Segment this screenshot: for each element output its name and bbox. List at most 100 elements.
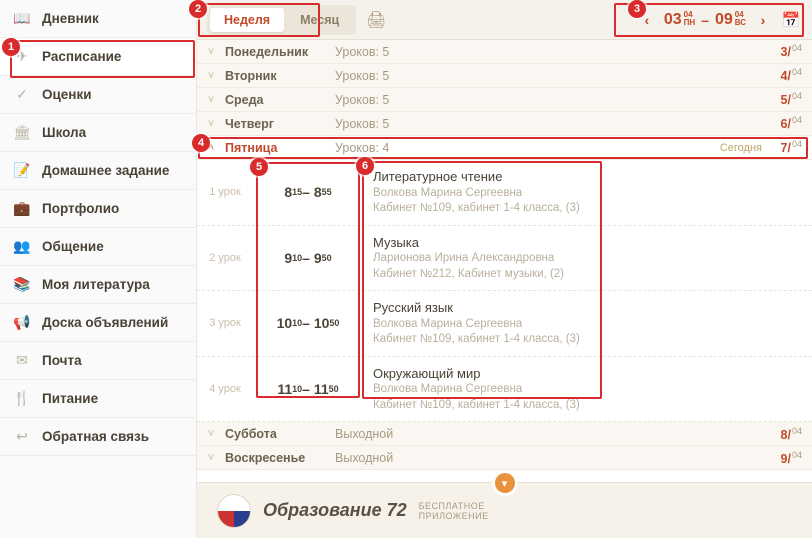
day-row[interactable]: ˅СубботаВыходной8/04 [197,422,812,446]
day-row[interactable]: ˅ВторникУроков: 54/04 [197,64,812,88]
chevron-down-icon: ˅ [197,118,225,130]
sidebar-label: Доска объявлений [42,315,168,330]
sidebar-icon: 💼 [12,199,32,219]
range-from-day: 03 [664,11,682,29]
sidebar-icon: 🍴 [12,389,32,409]
lesson-body: Литературное чтениеВолкова Марина Сергее… [363,160,812,225]
chevron-down-icon: ˅ [197,46,225,58]
lesson-room: Кабинет №109, кабинет 1-4 класса, (3) [373,332,802,348]
day-date: 8/04 [770,426,812,442]
sidebar-label: Питание [42,391,98,406]
day-info: Уроков: 5 [335,69,770,83]
lesson-teacher: Волкова Марина Сергеевна [373,317,802,333]
lesson-room: Кабинет №109, кабинет 1-4 класса, (3) [373,201,802,217]
sidebar-icon: ✓ [12,85,32,105]
sidebar-item-9[interactable]: ✉ Почта [0,342,196,380]
annotation-6: 6 [356,157,374,175]
lesson-teacher: Волкова Марина Сергеевна [373,186,802,202]
lesson-number: 2 урок [197,226,253,291]
sidebar-item-7[interactable]: 📚 Моя литература [0,266,196,304]
lesson-time: 1010 – 1050 [253,291,363,356]
lesson-room: Кабинет №212, Кабинет музыки, (2) [373,267,802,283]
days-list: ˅ПонедельникУроков: 53/04˅ВторникУроков:… [197,40,812,470]
next-week-button[interactable]: › [752,9,774,31]
sidebar-item-2[interactable]: ✓ Оценки [0,76,196,114]
lesson-time: 910 – 950 [253,226,363,291]
sidebar-label: Оценки [42,87,92,102]
day-date: 9/04 [770,450,812,466]
main-panel: Неделя Месяц 🖨 ‹ 03 04 ПН – 09 [197,0,812,538]
sidebar-item-5[interactable]: 💼 Портфолио [0,190,196,228]
sidebar-label: Школа [42,125,86,140]
sidebar-icon: 📚 [12,275,32,295]
sidebar-label: Обратная связь [42,429,149,444]
day-date: 6/04 [770,115,812,131]
scroll-down-icon[interactable]: ▾ [495,473,515,493]
sidebar-item-4[interactable]: 📝 Домашнее задание [0,152,196,190]
annotation-2: 2 [189,0,207,18]
lesson-title: Литературное чтение [373,168,802,186]
sidebar-item-0[interactable]: 📖Дневник [0,0,196,38]
day-name: Четверг [225,117,335,131]
sidebar-label: Моя литература [42,277,150,292]
annotation-3: 3 [628,0,646,18]
sidebar-icon: 📝 [12,161,32,181]
sidebar-item-8[interactable]: 📢Доска объявлений [0,304,196,342]
day-name: Понедельник [225,45,335,59]
view-tabs: Неделя Месяц [207,5,356,35]
banner-subtitle: БЕСПЛАТНОЕ ПРИЛОЖЕНИЕ [419,501,489,521]
day-row[interactable]: ˅ВоскресеньеВыходной9/04 [197,446,812,470]
lessons-list: 1 урок815 – 855Литературное чтениеВолков… [197,160,812,422]
tab-month[interactable]: Месяц [286,8,353,32]
range-dash: – [701,12,709,28]
day-date: 3/04 [770,43,812,59]
sidebar-item-6[interactable]: 👥 Общение [0,228,196,266]
lesson-time: 1110 – 1150 [253,357,363,422]
date-range: 03 04 ПН – 09 04 ВС [664,11,746,29]
tab-week[interactable]: Неделя [210,8,284,32]
calendar-icon[interactable]: 📅 [780,9,802,31]
banner-logo-icon [217,494,251,528]
day-row[interactable]: ˅ПонедельникУроков: 53/04 [197,40,812,64]
range-to-day: 09 [715,11,733,29]
sidebar-icon: 👥 [12,237,32,257]
day-row[interactable]: ˄ПятницаУроков: 4Сегодня7/04 [197,136,812,160]
sidebar-label: Почта [42,353,82,368]
lesson-row: 2 урок910 – 950МузыкаЛарионова Ирина Але… [197,226,812,292]
sidebar-label: Домашнее задание [42,163,169,178]
sidebar-item-1[interactable]: ✈Расписание [0,38,196,76]
sidebar-label: Портфолио [42,201,119,216]
print-icon[interactable]: 🖨 [364,8,388,32]
range-from-dow: ПН [684,19,696,27]
day-info: Выходной [335,451,770,465]
annotation-1: 1 [2,38,20,56]
sidebar-icon: ✉ [12,351,32,371]
banner-title: Образование 72 [263,500,407,521]
day-row[interactable]: ˅ЧетвергУроков: 56/04 [197,112,812,136]
lesson-time: 815 – 855 [253,160,363,225]
footer-banner: ▾ Образование 72 БЕСПЛАТНОЕ ПРИЛОЖЕНИЕ [197,482,812,538]
day-date: 7/04 [770,139,812,155]
lesson-body: Окружающий мирВолкова Марина СергеевнаКа… [363,357,812,422]
sidebar-label: Расписание [42,49,121,64]
sidebar-item-11[interactable]: ↩Обратная связь [0,418,196,456]
sidebar-item-10[interactable]: 🍴 Питание [0,380,196,418]
sidebar-label: Общение [42,239,104,254]
day-name: Среда [225,93,335,107]
sidebar-label: Дневник [42,11,99,26]
lesson-body: МузыкаЛарионова Ирина АлександровнаКабин… [363,226,812,291]
day-info: Уроков: 4 [335,141,720,155]
annotation-4: 4 [192,134,210,152]
toolbar: Неделя Месяц 🖨 ‹ 03 04 ПН – 09 [197,0,812,40]
range-to-dow: ВС [735,19,746,27]
chevron-down-icon: ˅ [197,70,225,82]
day-row[interactable]: ˅СредаУроков: 55/04 [197,88,812,112]
day-info: Уроков: 5 [335,45,770,59]
day-name: Воскресенье [225,451,335,465]
annotation-5: 5 [250,158,268,176]
sidebar-item-3[interactable]: 🏛 Школа [0,114,196,152]
lesson-title: Музыка [373,234,802,252]
chevron-down-icon: ˅ [197,452,225,464]
sidebar-icon: 🏛 [12,123,32,143]
day-info: Уроков: 5 [335,93,770,107]
